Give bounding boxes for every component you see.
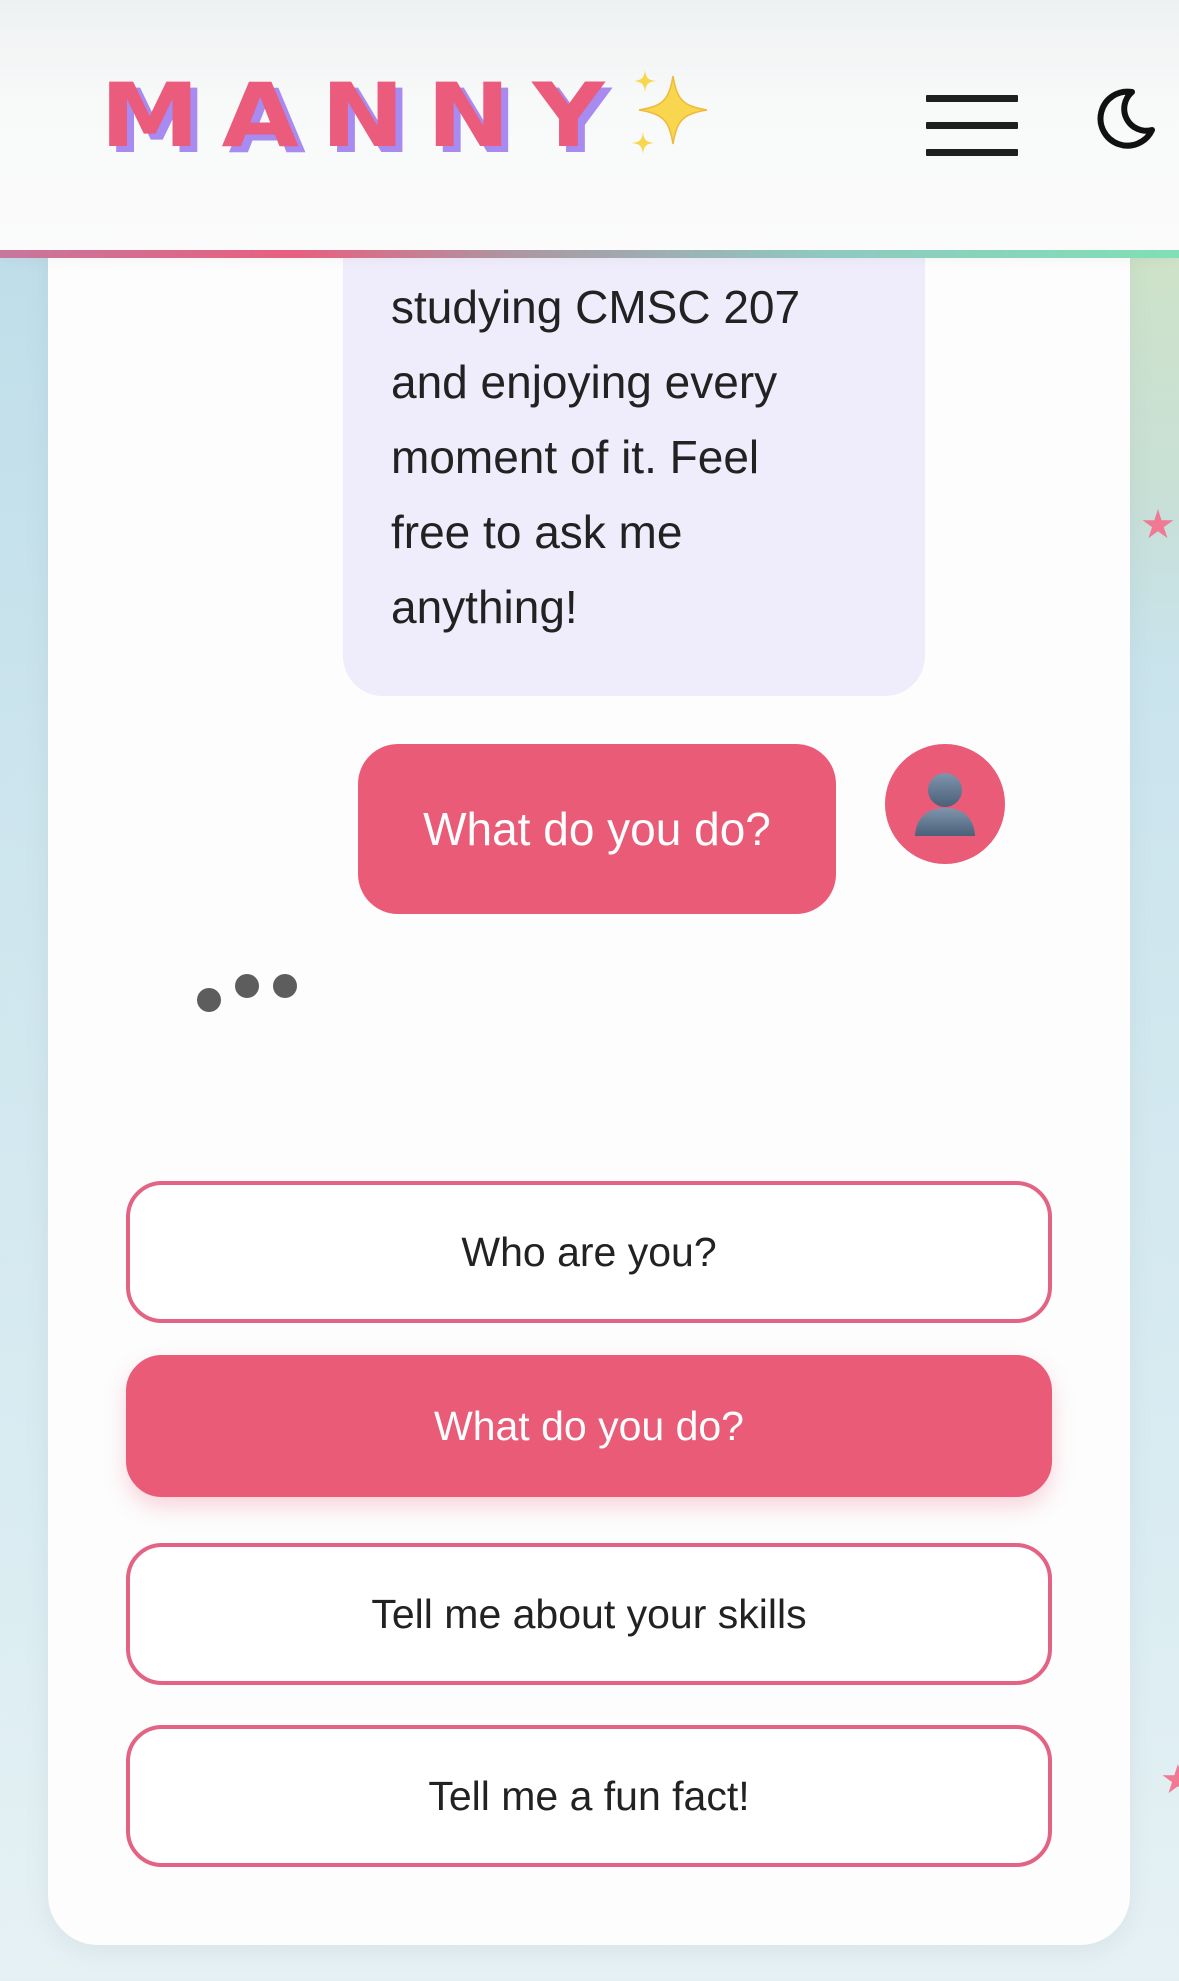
logo[interactable]: MANNY — [100, 66, 721, 166]
star-decoration-icon: ★ — [1140, 502, 1176, 548]
quick-reply-label: What do you do? — [434, 1402, 744, 1449]
bot-message-bubble: studying CMSC 207 and enjoying every mom… — [343, 200, 925, 696]
hamburger-menu-icon[interactable] — [926, 95, 1018, 157]
quick-reply-fun-fact[interactable]: Tell me a fun fact! — [126, 1725, 1052, 1867]
moon-icon[interactable] — [1092, 86, 1158, 152]
sparkles-icon — [621, 66, 721, 166]
app-header: MANNY — [0, 0, 1179, 252]
bot-message-line: moment of it. Feel — [391, 431, 760, 483]
star-decoration-icon: ★ — [1160, 1757, 1179, 1803]
logo-text: MANNY — [100, 64, 627, 168]
quick-reply-label: Tell me a fun fact! — [428, 1772, 750, 1819]
typing-dot — [273, 974, 297, 998]
typing-dot — [197, 988, 221, 1012]
user-silhouette-icon — [915, 773, 975, 836]
bot-message-line: anything! — [391, 581, 578, 633]
user-message-text: What do you do? — [423, 803, 771, 855]
quick-reply-skills[interactable]: Tell me about your skills — [126, 1543, 1052, 1685]
user-avatar — [885, 744, 1005, 864]
typing-indicator — [195, 968, 305, 1018]
quick-reply-what-do-you-do[interactable]: What do you do? — [126, 1355, 1052, 1497]
quick-reply-who-are-you[interactable]: Who are you? — [126, 1181, 1052, 1323]
typing-dot — [235, 974, 259, 998]
bot-message-text: studying CMSC 207 and enjoying every mom… — [391, 270, 885, 645]
bot-message-line: studying CMSC 207 — [391, 281, 801, 333]
quick-reply-label: Tell me about your skills — [371, 1590, 807, 1637]
bot-message-line: and enjoying every — [391, 356, 778, 408]
bot-message-line: free to ask me — [391, 506, 683, 558]
header-gradient-divider — [0, 250, 1179, 258]
quick-reply-label: Who are you? — [461, 1228, 717, 1275]
user-message-bubble: What do you do? — [358, 744, 836, 914]
